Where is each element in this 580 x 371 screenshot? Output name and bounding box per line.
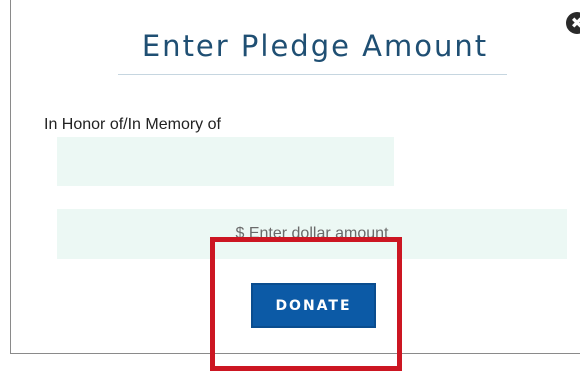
donate-button[interactable]: DONATE <box>251 283 376 328</box>
modal-title: Enter Pledge Amount <box>141 29 489 63</box>
dollar-amount-input[interactable] <box>57 209 567 259</box>
honor-memory-input[interactable] <box>57 137 394 186</box>
honor-memory-label: In Honor of/In Memory of <box>44 116 221 133</box>
pledge-modal: Enter Pledge Amount In Honor of/In Memor… <box>10 0 580 354</box>
page: Enter Pledge Amount In Honor of/In Memor… <box>0 0 580 371</box>
title-divider <box>118 74 507 75</box>
